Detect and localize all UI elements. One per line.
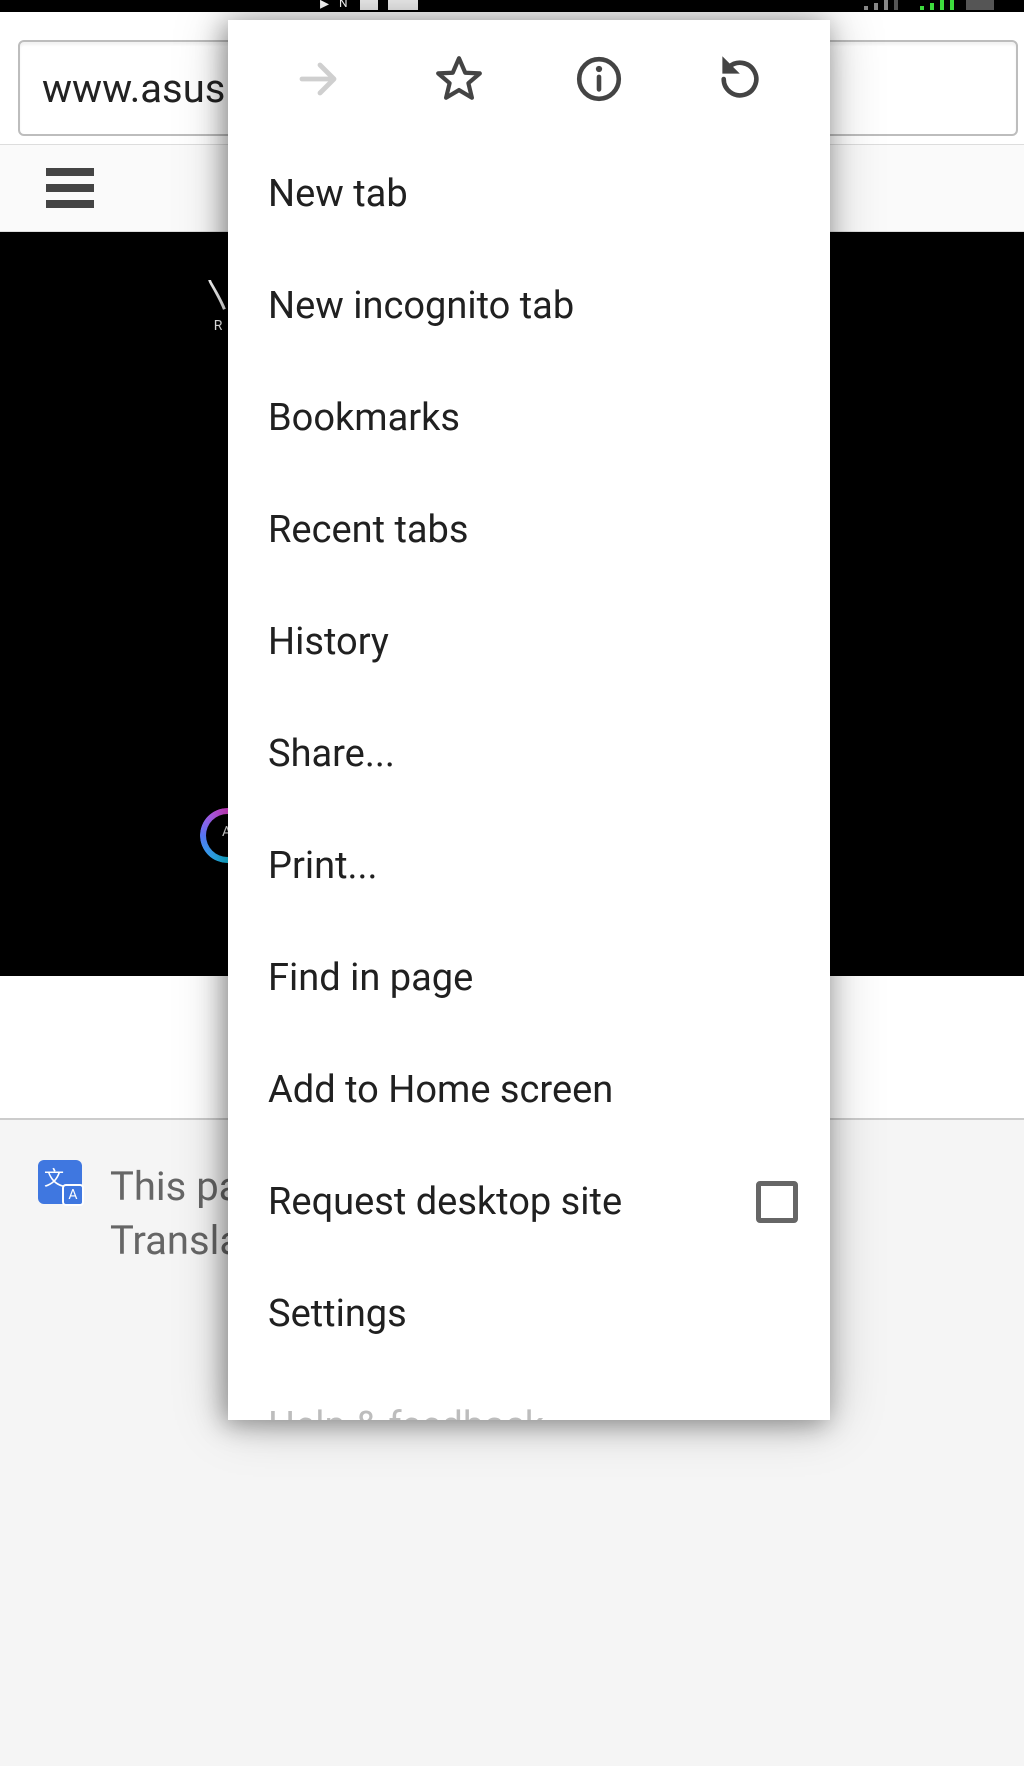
forward-icon[interactable] — [292, 53, 344, 105]
status-signal — [864, 0, 994, 10]
menu-item-label: New incognito tab — [268, 284, 574, 328]
menu-item-print[interactable]: Print... — [228, 810, 830, 922]
menu-item-help-feedback[interactable]: Help & feedback — [228, 1370, 830, 1420]
menu-item-label: Request desktop site — [268, 1180, 622, 1224]
menu-item-label: Settings — [268, 1292, 407, 1336]
info-icon[interactable] — [573, 53, 625, 105]
menu-item-share[interactable]: Share... — [228, 698, 830, 810]
menu-item-label: Share... — [268, 732, 395, 776]
menu-icon-row — [228, 20, 830, 138]
menu-item-label: History — [268, 620, 389, 664]
menu-item-settings[interactable]: Settings — [228, 1258, 830, 1370]
menu-item-request-desktop[interactable]: Request desktop site — [228, 1146, 830, 1258]
hamburger-icon[interactable] — [46, 168, 94, 208]
translate-icon: 文 A — [38, 1160, 82, 1204]
menu-item-label: Find in page — [268, 956, 473, 1000]
menu-item-label: New tab — [268, 172, 408, 216]
menu-item-label: Print... — [268, 844, 378, 888]
menu-item-recent-tabs[interactable]: Recent tabs — [228, 474, 830, 586]
menu-item-label: Help & feedback — [268, 1404, 544, 1420]
menu-item-bookmarks[interactable]: Bookmarks — [228, 362, 830, 474]
menu-item-label: Add to Home screen — [268, 1068, 613, 1112]
star-icon[interactable] — [433, 53, 485, 105]
translate-text: This pa Transla — [110, 1160, 241, 1268]
menu-item-find-in-page[interactable]: Find in page — [228, 922, 830, 1034]
checkbox-icon[interactable] — [756, 1181, 798, 1223]
status-left: ▸ N — [320, 0, 620, 10]
menu-item-history[interactable]: History — [228, 586, 830, 698]
reload-icon[interactable] — [714, 53, 766, 105]
menu-item-label: Recent tabs — [268, 508, 469, 552]
menu-item-add-home[interactable]: Add to Home screen — [228, 1034, 830, 1146]
menu-item-new-tab[interactable]: New tab — [228, 138, 830, 250]
omnibox-text: www.asus. — [42, 65, 236, 112]
status-bar: ▸ N — [0, 0, 1024, 12]
menu-item-label: Bookmarks — [268, 396, 460, 440]
overflow-menu: New tab New incognito tab Bookmarks Rece… — [228, 20, 830, 1420]
menu-item-new-incognito[interactable]: New incognito tab — [228, 250, 830, 362]
menu-items: New tab New incognito tab Bookmarks Rece… — [228, 138, 830, 1420]
